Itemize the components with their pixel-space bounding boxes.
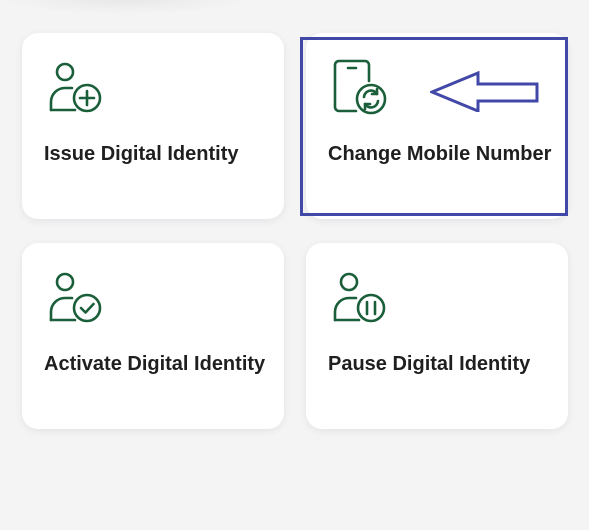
user-check-icon	[48, 269, 106, 327]
card-label: Change Mobile Number	[328, 143, 552, 165]
card-label: Issue Digital Identity	[44, 143, 239, 165]
pause-digital-identity-card[interactable]: Pause Digital Identity	[306, 243, 568, 429]
issue-digital-identity-card[interactable]: Issue Digital Identity	[22, 33, 284, 219]
user-add-icon	[48, 59, 106, 117]
card-label: Pause Digital Identity	[328, 353, 531, 375]
activate-digital-identity-card[interactable]: Activate Digital Identity	[22, 243, 284, 429]
phone-sync-icon	[332, 59, 390, 117]
card-label: Activate Digital Identity	[44, 353, 266, 375]
user-pause-icon	[332, 269, 390, 327]
top-shadow	[0, 0, 250, 14]
change-mobile-number-card[interactable]: Change Mobile Number	[306, 33, 568, 219]
